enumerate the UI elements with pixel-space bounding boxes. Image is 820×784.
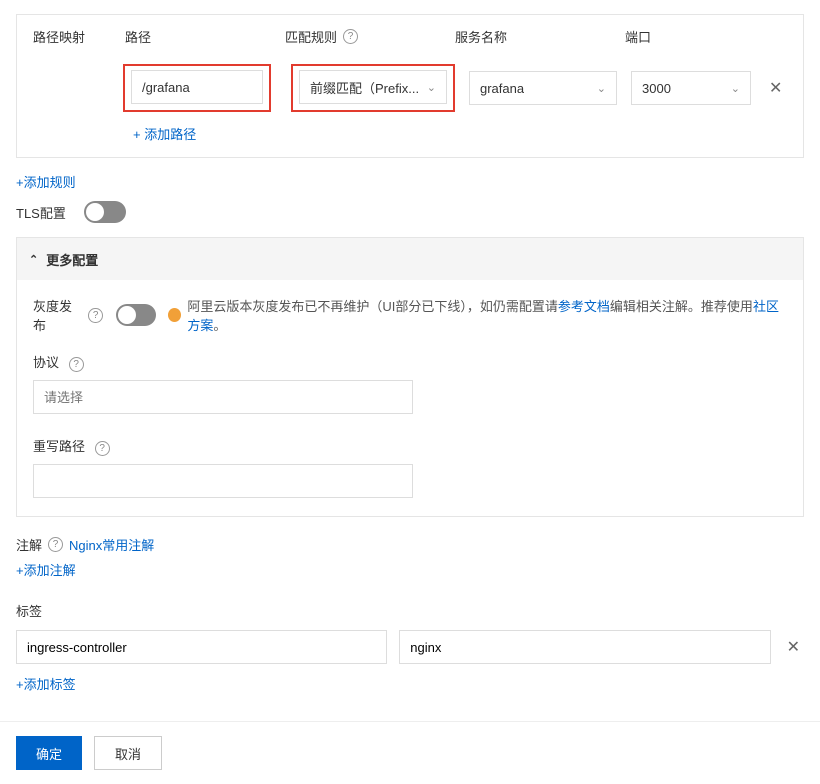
rewrite-input[interactable] [33, 464, 413, 498]
tag-row: ✕ [16, 630, 804, 664]
annotate-label: 注解 [16, 535, 42, 554]
help-icon[interactable]: ? [69, 357, 84, 372]
tls-toggle[interactable] [84, 201, 126, 223]
path-input[interactable] [131, 70, 263, 104]
port-select[interactable]: 3000 ⌄ [631, 71, 751, 105]
path-row: 前缀匹配（Prefix... ⌄ grafana ⌄ 3000 ⌄ ✕ [33, 64, 787, 112]
more-settings-panel: ⌃ 更多配置 灰度发布 ? 阿里云版本灰度发布已不再维护（UI部分已下线），如仍… [16, 237, 804, 517]
chevron-down-icon: ⌄ [731, 82, 740, 95]
add-tag-link[interactable]: +添加标签 [16, 677, 76, 692]
highlight-rule: 前缀匹配（Prefix... ⌄ [291, 64, 455, 112]
protocol-label: 协议 [33, 355, 59, 370]
tag-value-input[interactable] [399, 630, 770, 664]
rewrite-label: 重写路径 [33, 439, 85, 454]
add-annotation-link[interactable]: +添加注解 [16, 563, 76, 578]
header-mapping: 路径映射 [33, 27, 125, 46]
rule-select[interactable]: 前缀匹配（Prefix... ⌄ [299, 70, 447, 104]
add-path-link[interactable]: + 添加路径 [133, 127, 196, 142]
chevron-down-icon: ⌄ [597, 82, 606, 95]
gray-warning-text: 阿里云版本灰度发布已不再维护（UI部分已下线），如仍需配置请参考文档编辑相关注解… [187, 296, 787, 334]
header-path: 路径 [125, 27, 285, 46]
path-mapping-card: 路径映射 路径 匹配规则 ? 服务名称 端口 前缀匹配（Prefix... ⌄ [16, 14, 804, 158]
cancel-button[interactable]: 取消 [94, 736, 162, 770]
protocol-select[interactable] [33, 380, 413, 414]
help-icon[interactable]: ? [343, 29, 358, 44]
header-port: 端口 [625, 27, 745, 46]
header-rule: 匹配规则 ? [285, 27, 455, 46]
gray-label: 灰度发布 [33, 296, 82, 334]
help-icon[interactable]: ? [88, 308, 102, 323]
warning-icon [168, 308, 181, 322]
footer: 确定 取消 [0, 721, 820, 784]
header-service: 服务名称 [455, 27, 625, 46]
service-select[interactable]: grafana ⌄ [469, 71, 617, 105]
help-icon[interactable]: ? [95, 441, 110, 456]
add-rule-link[interactable]: +添加规则 [16, 175, 76, 190]
gray-toggle[interactable] [116, 304, 156, 326]
path-mapping-headers: 路径映射 路径 匹配规则 ? 服务名称 端口 [33, 27, 787, 46]
chevron-up-icon: ⌃ [29, 253, 38, 266]
chevron-down-icon: ⌄ [427, 81, 436, 94]
remove-tag-icon[interactable]: ✕ [783, 637, 804, 657]
remove-path-icon[interactable]: ✕ [765, 78, 786, 98]
highlight-path [123, 64, 271, 112]
help-icon[interactable]: ? [48, 537, 63, 552]
ok-button[interactable]: 确定 [16, 736, 82, 770]
tag-key-input[interactable] [16, 630, 387, 664]
more-settings-header[interactable]: ⌃ 更多配置 [17, 238, 803, 280]
nginx-annotations-link[interactable]: Nginx常用注解 [69, 535, 154, 554]
tls-label: TLS配置 [16, 203, 66, 222]
doc-link[interactable]: 参考文档 [558, 299, 610, 314]
tags-label: 标签 [16, 601, 804, 620]
